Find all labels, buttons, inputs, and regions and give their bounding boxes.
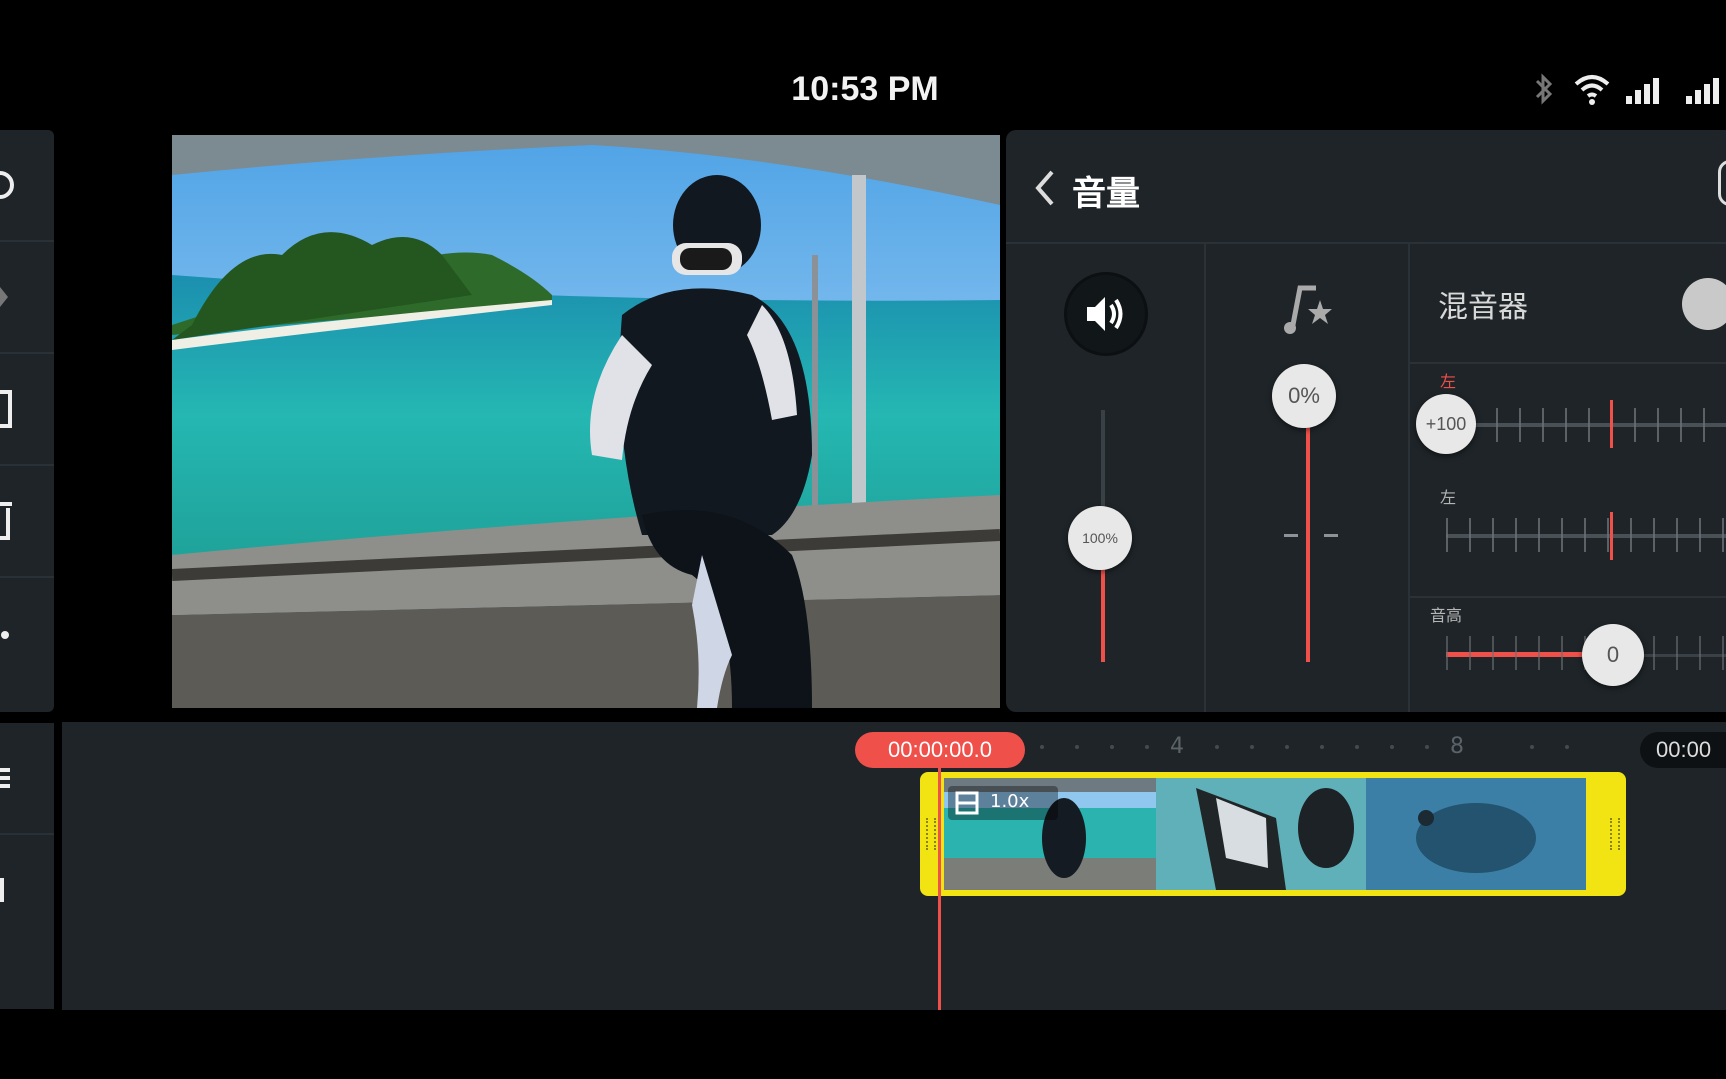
settings-button[interactable]	[0, 130, 54, 242]
column-divider	[1204, 244, 1206, 712]
playhead[interactable]	[938, 765, 941, 1010]
ruler-mark-8: 8	[1450, 734, 1464, 759]
clip-left-handle[interactable]	[926, 818, 936, 850]
panel-title: 音量	[1072, 174, 1140, 214]
layer-icon	[0, 287, 8, 307]
music-volume-knob[interactable]: 0%	[1272, 364, 1336, 428]
mixer-divider	[1410, 362, 1726, 364]
pan-bottom-ticks	[1446, 518, 1726, 552]
back-chevron-icon[interactable]	[1032, 168, 1056, 208]
mixer-divider	[1410, 596, 1726, 598]
left-toolbar	[0, 130, 54, 712]
speaker-icon	[1087, 297, 1123, 331]
current-time-badge: 00:00:00.0	[855, 732, 1025, 768]
volume-panel: 音量 100% 0% 混音器 左 +100 左 音高 0	[1006, 130, 1726, 712]
more-button[interactable]	[0, 578, 54, 688]
video-preview[interactable]	[62, 130, 1002, 712]
signal-2-icon	[1686, 78, 1719, 104]
ruler-mark-4: 4	[1170, 734, 1184, 759]
clip-right-handle[interactable]	[1610, 818, 1620, 850]
mixer-toggle[interactable]	[1682, 278, 1726, 330]
clip-thumbnail	[1366, 778, 1586, 890]
trash-icon	[0, 502, 12, 540]
pan-bottom-center-mark	[1610, 512, 1613, 560]
pan-top-knob[interactable]: +100	[1416, 394, 1476, 454]
clip-info-badge: 1.0x	[948, 786, 1058, 820]
signal-icon	[1626, 78, 1659, 104]
clip-thumbnail	[1156, 778, 1366, 890]
music-star-icon	[1284, 285, 1332, 334]
bottom-bar	[0, 1010, 1726, 1079]
bar-icon	[0, 878, 4, 902]
more-dots-icon	[1, 631, 9, 639]
music-volume-fill	[1306, 390, 1310, 662]
settings-icon	[0, 171, 14, 199]
video-clip[interactable]: 1.0x	[920, 772, 1626, 896]
pan-top-label: 左	[1440, 372, 1457, 391]
layer-button[interactable]	[0, 242, 54, 354]
pitch-knob[interactable]: 0	[1582, 624, 1644, 686]
timeline-menu-button[interactable]	[0, 723, 54, 835]
pan-bottom-label: 左	[1440, 488, 1457, 507]
pitch-label: 音高	[1430, 606, 1463, 625]
list-icon	[0, 768, 10, 788]
music-center-tick	[1324, 534, 1338, 537]
video-frame-image	[172, 135, 1000, 708]
timeline-toolbar	[0, 723, 54, 1009]
clip-speed-label: 1.0x	[990, 791, 1030, 812]
end-time-badge: 00:00	[1640, 732, 1726, 768]
confirm-button[interactable]	[1718, 160, 1726, 206]
film-icon	[955, 791, 979, 815]
status-time: 10:53 PM	[791, 70, 939, 108]
wifi-icon	[1574, 75, 1610, 105]
mixer-label: 混音器	[1438, 290, 1528, 325]
mute-toggle-button[interactable]	[1064, 272, 1148, 356]
capture-icon	[0, 390, 12, 428]
bluetooth-icon	[1535, 73, 1553, 105]
pan-top-center-mark	[1610, 400, 1613, 448]
music-center-tick	[1284, 534, 1298, 537]
delete-button[interactable]	[0, 466, 54, 578]
clip-volume-knob[interactable]: 100%	[1068, 506, 1132, 570]
capture-button[interactable]	[0, 354, 54, 466]
timeline-tool-button[interactable]	[0, 835, 54, 945]
column-divider	[1408, 244, 1410, 712]
panel-header: 音量	[1006, 130, 1726, 244]
